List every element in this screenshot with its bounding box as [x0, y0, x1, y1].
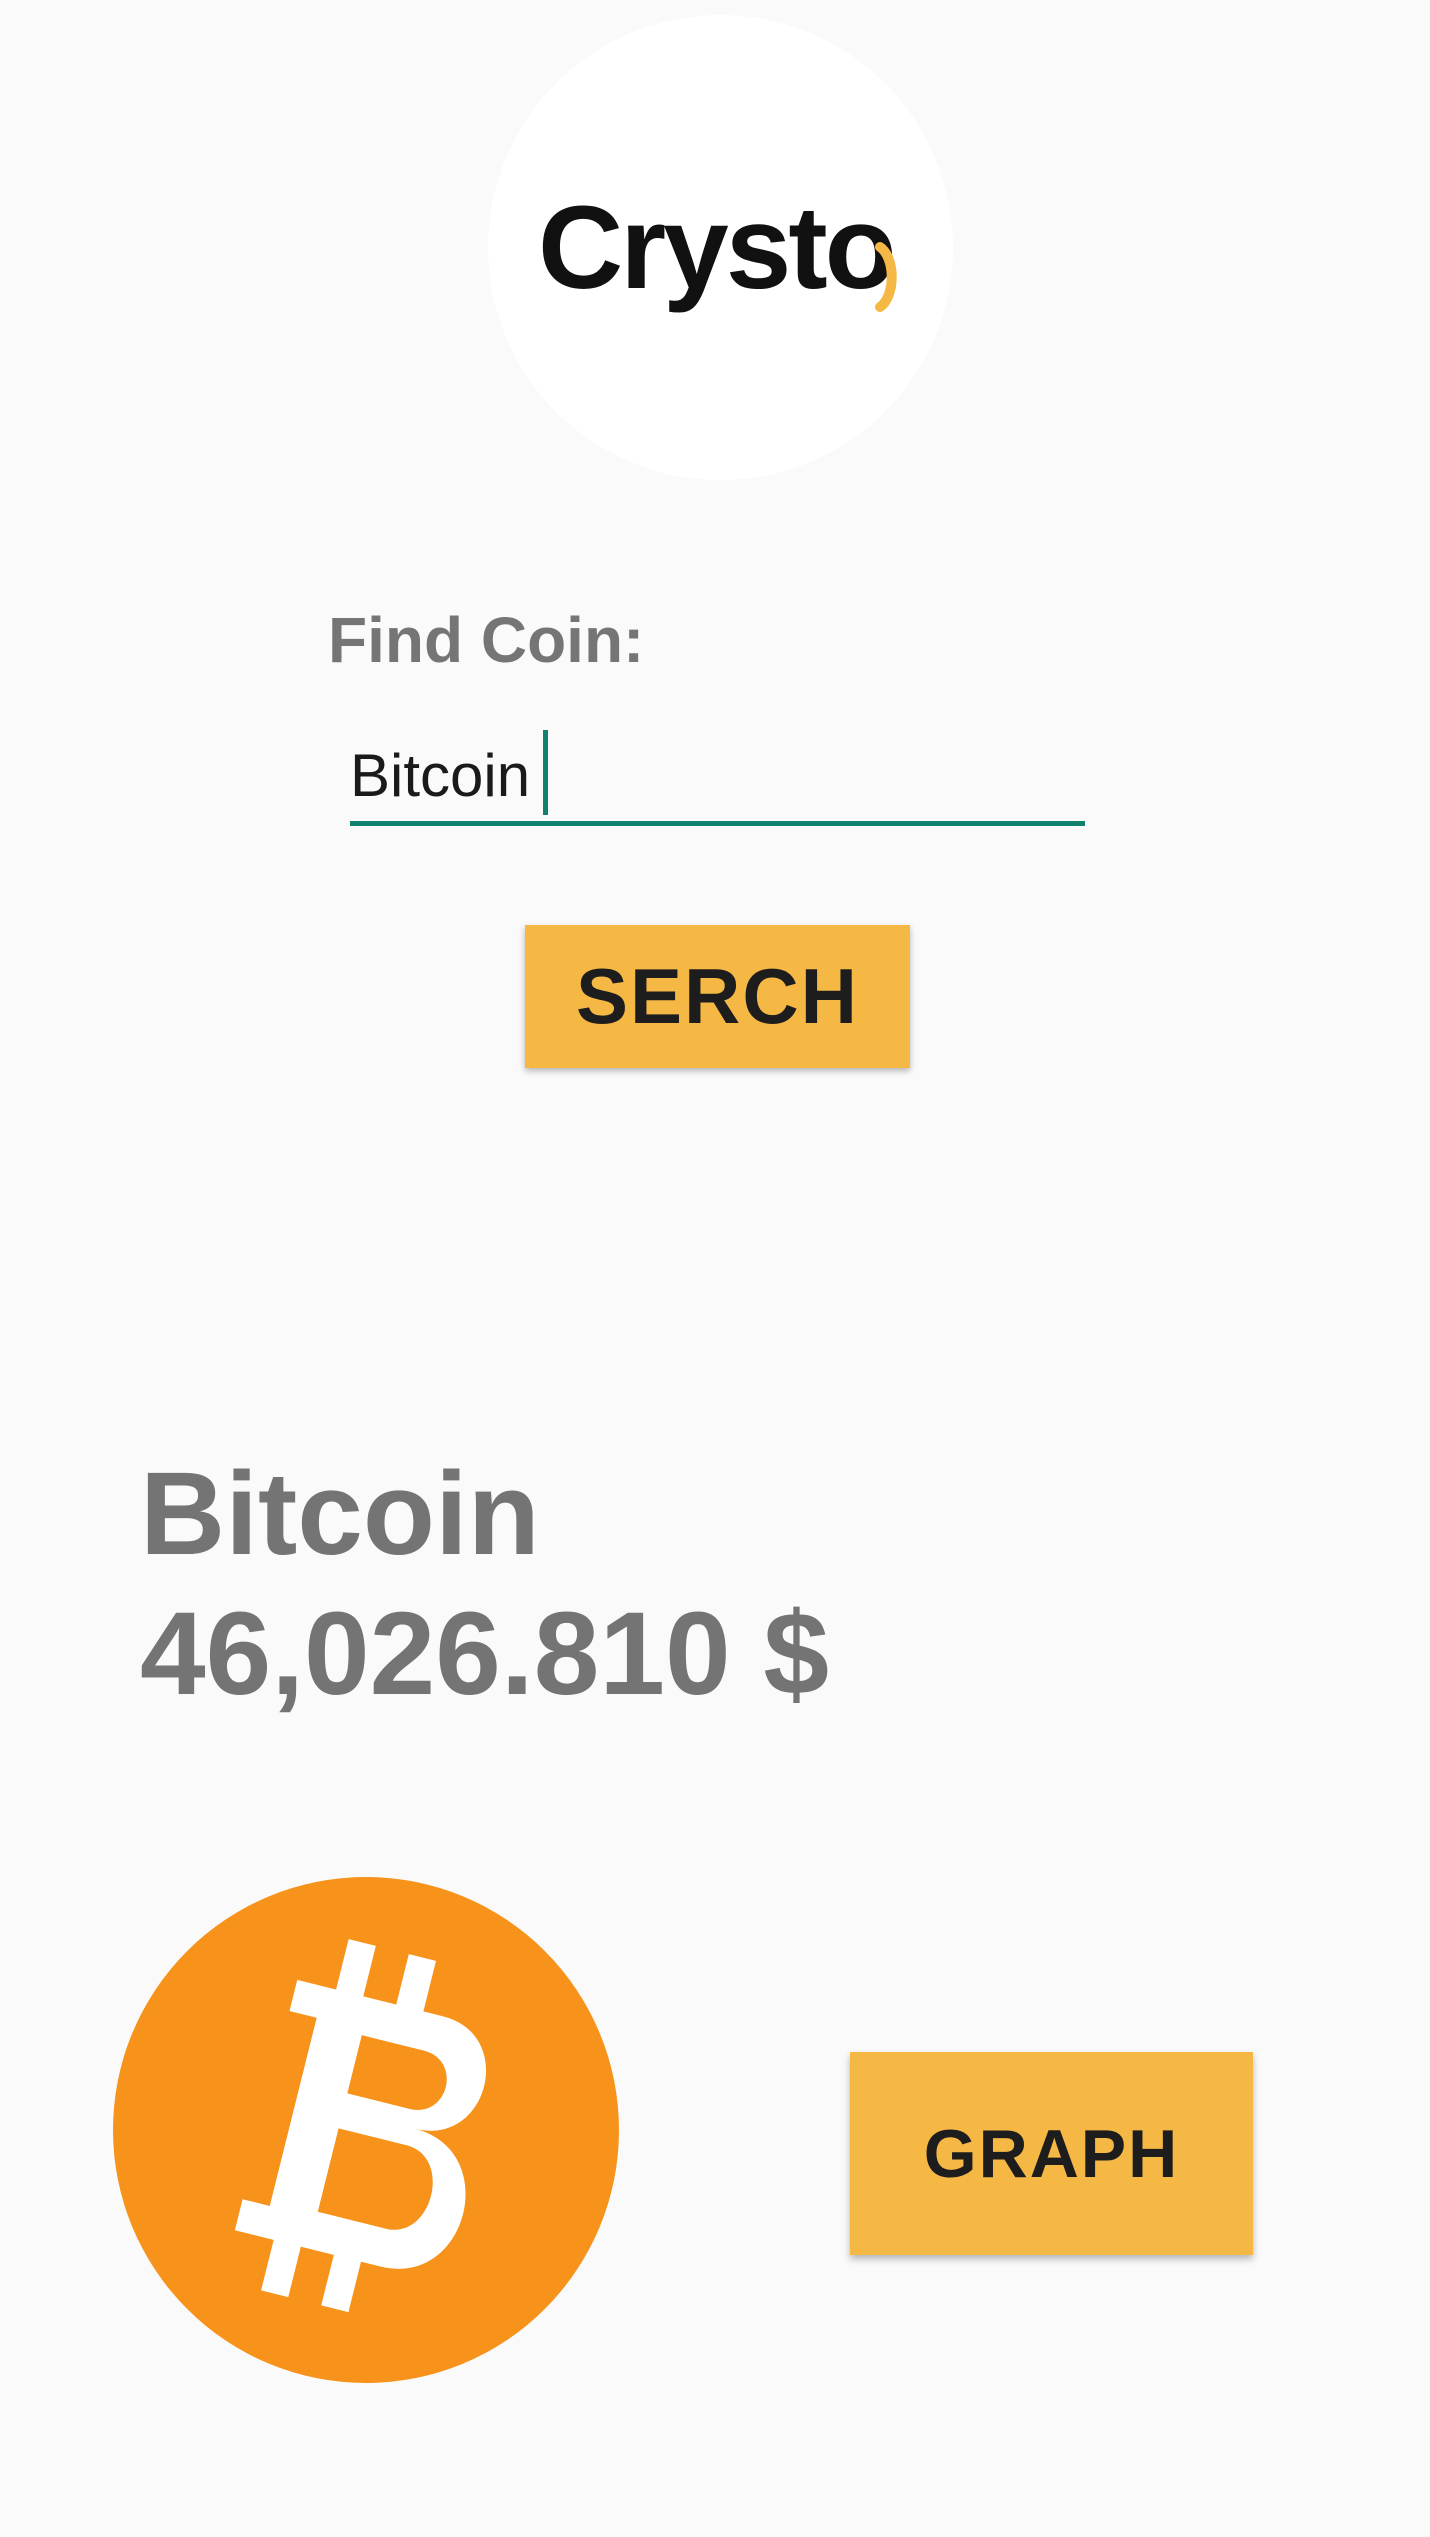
coin-name: Bitcoin	[140, 1448, 540, 1580]
bitcoin-icon	[113, 1877, 619, 2383]
search-button[interactable]: SERCH	[525, 925, 910, 1068]
coin-search-input[interactable]	[350, 730, 1085, 826]
crysto-logo-icon: Crysto	[538, 182, 897, 314]
find-coin-label: Find Coin:	[328, 604, 645, 676]
graph-button[interactable]: GRAPH	[850, 2052, 1253, 2255]
coin-price: 46,026.810 $	[140, 1588, 829, 1720]
text-cursor	[543, 730, 548, 815]
logo-text: Crysto	[538, 182, 894, 314]
app-logo: Crysto	[488, 15, 953, 480]
